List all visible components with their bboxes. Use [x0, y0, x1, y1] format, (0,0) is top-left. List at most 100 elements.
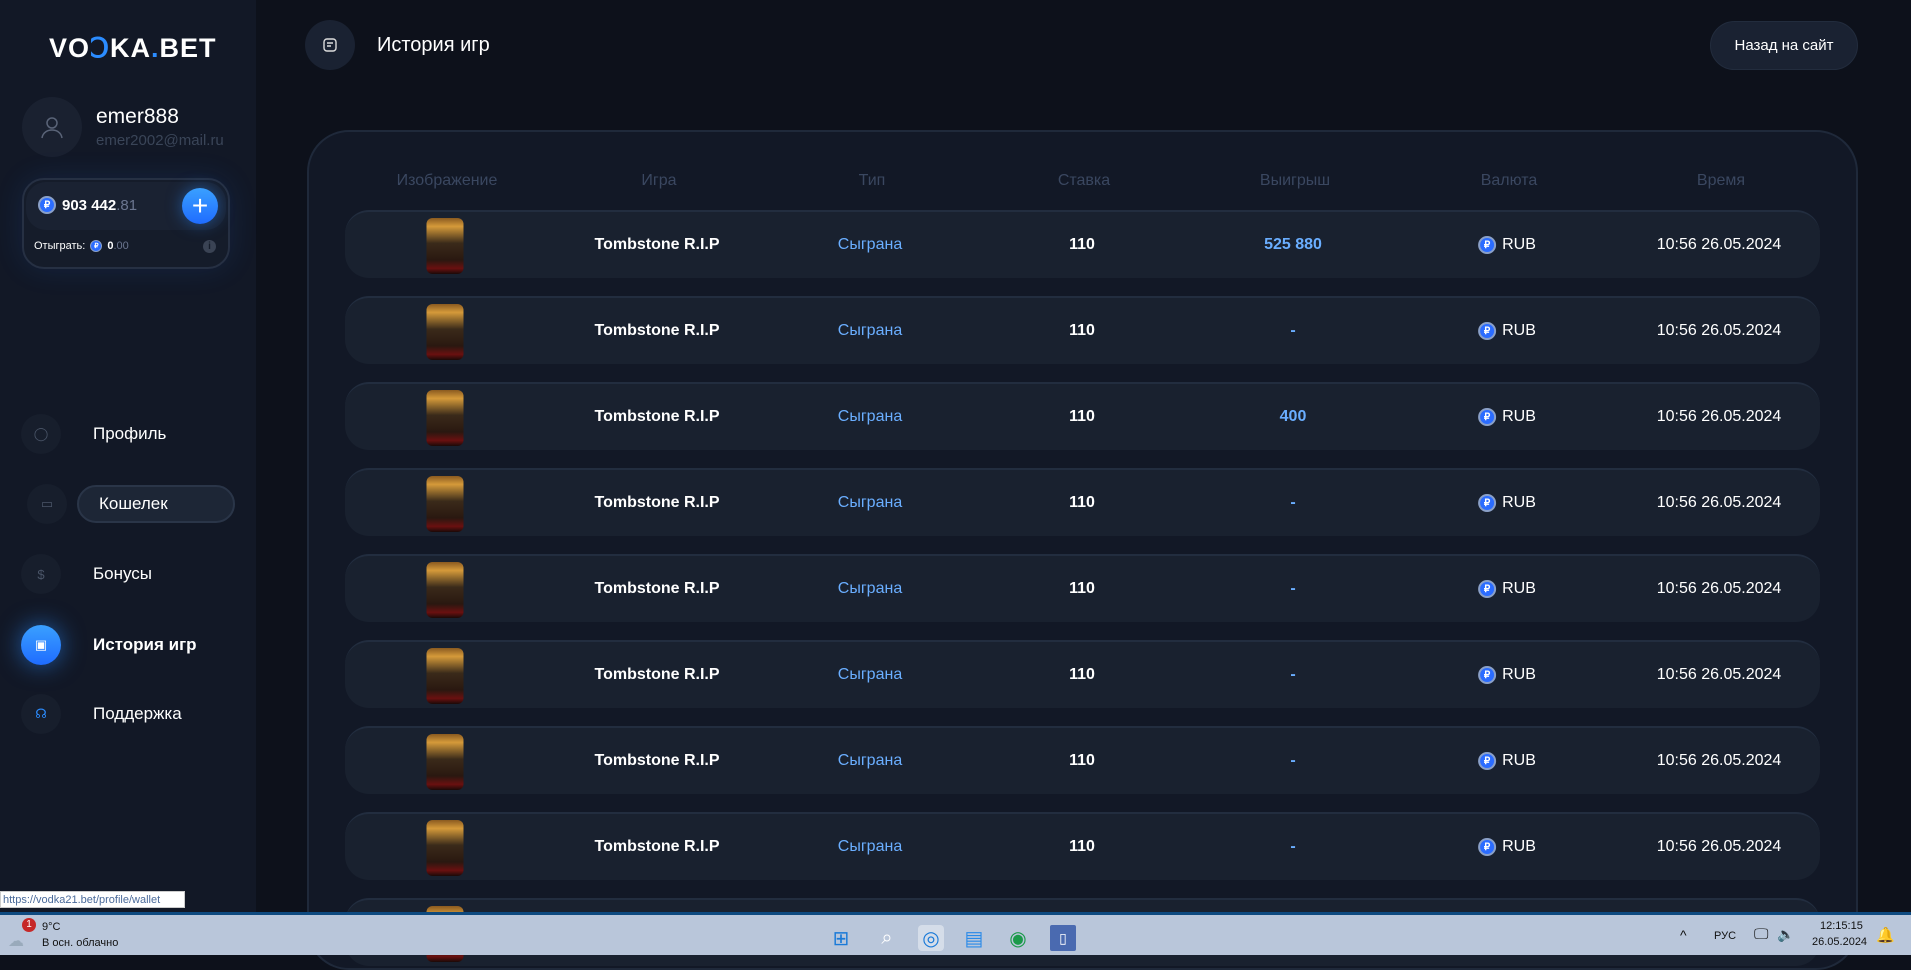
game-name: Tombstone R.I.P — [594, 666, 720, 683]
win-amount: - — [1290, 752, 1296, 769]
game-thumbnail[interactable] — [426, 304, 464, 360]
page-title: История игр — [377, 34, 490, 56]
game-type: Сыграна — [837, 494, 903, 511]
clock-date[interactable]: 26.05.2024 — [1812, 936, 1867, 948]
ruble-coin-icon: ₽ — [1478, 838, 1497, 856]
avatar[interactable] — [22, 97, 82, 157]
game-time: 10:56 26.05.2024 — [1656, 494, 1782, 511]
currency: ₽ RUB — [1478, 666, 1536, 684]
game-history-table: Изображение Игра Тип Ставка Выигрыш Валюта Вре… — [307, 130, 1858, 970]
game-thumbnail[interactable] — [426, 562, 464, 618]
game-type: Сыграна — [837, 236, 903, 253]
win-amount: 400 — [1279, 408, 1307, 425]
currency: ₽ RUB — [1478, 236, 1536, 254]
column-header-type: Тип — [858, 172, 886, 189]
chevron-up-icon[interactable]: ^ — [1680, 927, 1687, 943]
game-time: 10:56 26.05.2024 — [1656, 666, 1782, 683]
table-row[interactable]: Tombstone R.I.P Сыграна 110 525 880 ₽ RUB 10:5… — [345, 210, 1820, 278]
deposit-button[interactable]: + — [182, 188, 218, 224]
table-row[interactable]: Tombstone R.I.P Сыграна 110 - ₽ RUB 10:56 26.0… — [345, 554, 1820, 622]
clock-time[interactable]: 12:15:15 — [1820, 920, 1863, 932]
status-url: https://vodka21.bet/profile/wallet — [0, 891, 185, 908]
ruble-coin-icon: ₽ — [1478, 236, 1497, 254]
notification-bell-icon[interactable]: 🔔 — [1876, 926, 1895, 944]
sidebar-item-wallet[interactable]: ▭ Кошелек — [0, 482, 256, 526]
ruble-coin-icon: ₽ — [38, 196, 56, 214]
game-thumbnail[interactable] — [426, 820, 464, 876]
game-name: Tombstone R.I.P — [594, 838, 720, 855]
username: emer888 — [96, 105, 179, 128]
table-row[interactable]: Tombstone R.I.P Сыграна 110 - ₽ RUB 10:56 26.0… — [345, 812, 1820, 880]
column-header-game: Игра — [641, 172, 677, 189]
table-row[interactable]: Tombstone R.I.P Сыграна 110 - ₽ RUB 10:56 26.0… — [345, 726, 1820, 794]
game-name: Tombstone R.I.P — [594, 752, 720, 769]
whatsapp-icon[interactable]: ◉ — [1005, 925, 1031, 951]
currency: ₽ RUB — [1478, 494, 1536, 512]
history-icon: ▣ — [21, 625, 61, 665]
balance-amount: 903 442.81 — [62, 196, 138, 214]
bet-amount: 110 — [1069, 408, 1095, 425]
table-row[interactable]: Tombstone R.I.P Сыграна 110 - ₽ RUB 10:56 26.0… — [345, 468, 1820, 536]
game-time: 10:56 26.05.2024 — [1656, 752, 1782, 769]
game-time: 10:56 26.05.2024 — [1656, 580, 1782, 597]
column-header-image: Изображение — [396, 172, 498, 189]
game-time: 10:56 26.05.2024 — [1656, 322, 1782, 339]
sidebar-item-profile[interactable]: ◯ Профиль — [0, 412, 256, 456]
balance-row: ₽903 442.81 + — [26, 182, 226, 230]
table-row[interactable]: Tombstone R.I.P Сыграна 110 - ₽ RUB 10:56 26.0… — [345, 640, 1820, 708]
weather-icon[interactable]: ☁ — [8, 931, 24, 951]
game-name: Tombstone R.I.P — [594, 494, 720, 511]
weather-desc[interactable]: В осн. облачно — [42, 937, 118, 949]
user-icon — [41, 117, 63, 139]
currency: ₽ RUB — [1478, 322, 1536, 340]
game-thumbnail[interactable] — [426, 476, 464, 532]
balance-card: ₽903 442.81 + Отыграть: ₽0.00 i — [22, 178, 230, 269]
ruble-coin-icon: ₽ — [1478, 752, 1497, 770]
search-icon[interactable]: ⌕ — [874, 925, 900, 951]
game-thumbnail[interactable] — [426, 390, 464, 446]
weather-temp[interactable]: 9°C — [42, 921, 60, 933]
ruble-coin-icon: ₽ — [90, 240, 103, 252]
column-header-time: Время — [1696, 172, 1746, 189]
game-name: Tombstone R.I.P — [594, 580, 720, 597]
bet-amount: 110 — [1069, 322, 1095, 339]
volume-icon[interactable]: 🔈 — [1777, 926, 1794, 943]
start-icon[interactable]: ⊞ — [828, 925, 854, 951]
info-icon[interactable]: i — [203, 240, 216, 253]
logo[interactable]: VOↃKA.BET — [49, 33, 217, 64]
ruble-coin-icon: ₽ — [1478, 322, 1497, 340]
bet-amount: 110 — [1069, 236, 1095, 253]
sidebar: VOↃKA.BET emer888 emer2002@mail.ru ₽903 … — [0, 0, 256, 912]
file-explorer-icon[interactable]: ▤ — [961, 925, 987, 951]
user-email: emer2002@mail.ru — [96, 132, 224, 149]
bet-amount: 110 — [1069, 494, 1095, 511]
ruble-coin-icon: ₽ — [1478, 666, 1497, 684]
game-type: Сыграна — [837, 408, 903, 425]
game-name: Tombstone R.I.P — [594, 408, 720, 425]
sidebar-item-bonuses[interactable]: $ Бонусы — [0, 552, 256, 596]
app-icon[interactable]: ▯ — [1050, 925, 1076, 951]
language-indicator[interactable]: РУС — [1714, 930, 1736, 942]
game-name: Tombstone R.I.P — [594, 236, 720, 253]
game-type: Сыграна — [837, 752, 903, 769]
table-row[interactable]: Tombstone R.I.P Сыграна 110 400 ₽ RUB 10:56 26… — [345, 382, 1820, 450]
sidebar-item-game-history[interactable]: ▣ История игр — [0, 623, 256, 667]
taskbar: 1 ☁ 9°C В осн. облачно ⊞ ⌕ ◎ ▤ ◉ ▯ ^ РУС… — [0, 912, 1911, 955]
game-thumbnail[interactable] — [426, 648, 464, 704]
game-name: Tombstone R.I.P — [594, 322, 720, 339]
network-icon[interactable]: 🖵 — [1754, 926, 1768, 943]
currency: ₽ RUB — [1478, 838, 1536, 856]
edge-icon[interactable]: ◎ — [918, 925, 944, 951]
game-thumbnail[interactable] — [426, 734, 464, 790]
win-amount: - — [1290, 580, 1296, 597]
back-to-site-button[interactable]: Назад на сайт — [1710, 21, 1858, 70]
game-type: Сыграна — [837, 580, 903, 597]
sidebar-item-support[interactable]: ☊ Поддержка — [0, 692, 256, 736]
win-amount: - — [1290, 322, 1296, 339]
table-row[interactable]: Tombstone R.I.P Сыграна 110 - ₽ RUB 10:56 26.0… — [345, 296, 1820, 364]
ruble-coin-icon: ₽ — [1478, 494, 1497, 512]
game-type: Сыграна — [837, 322, 903, 339]
game-time: 10:56 26.05.2024 — [1656, 408, 1782, 425]
game-thumbnail[interactable] — [426, 218, 464, 274]
user-icon: ◯ — [21, 414, 61, 454]
